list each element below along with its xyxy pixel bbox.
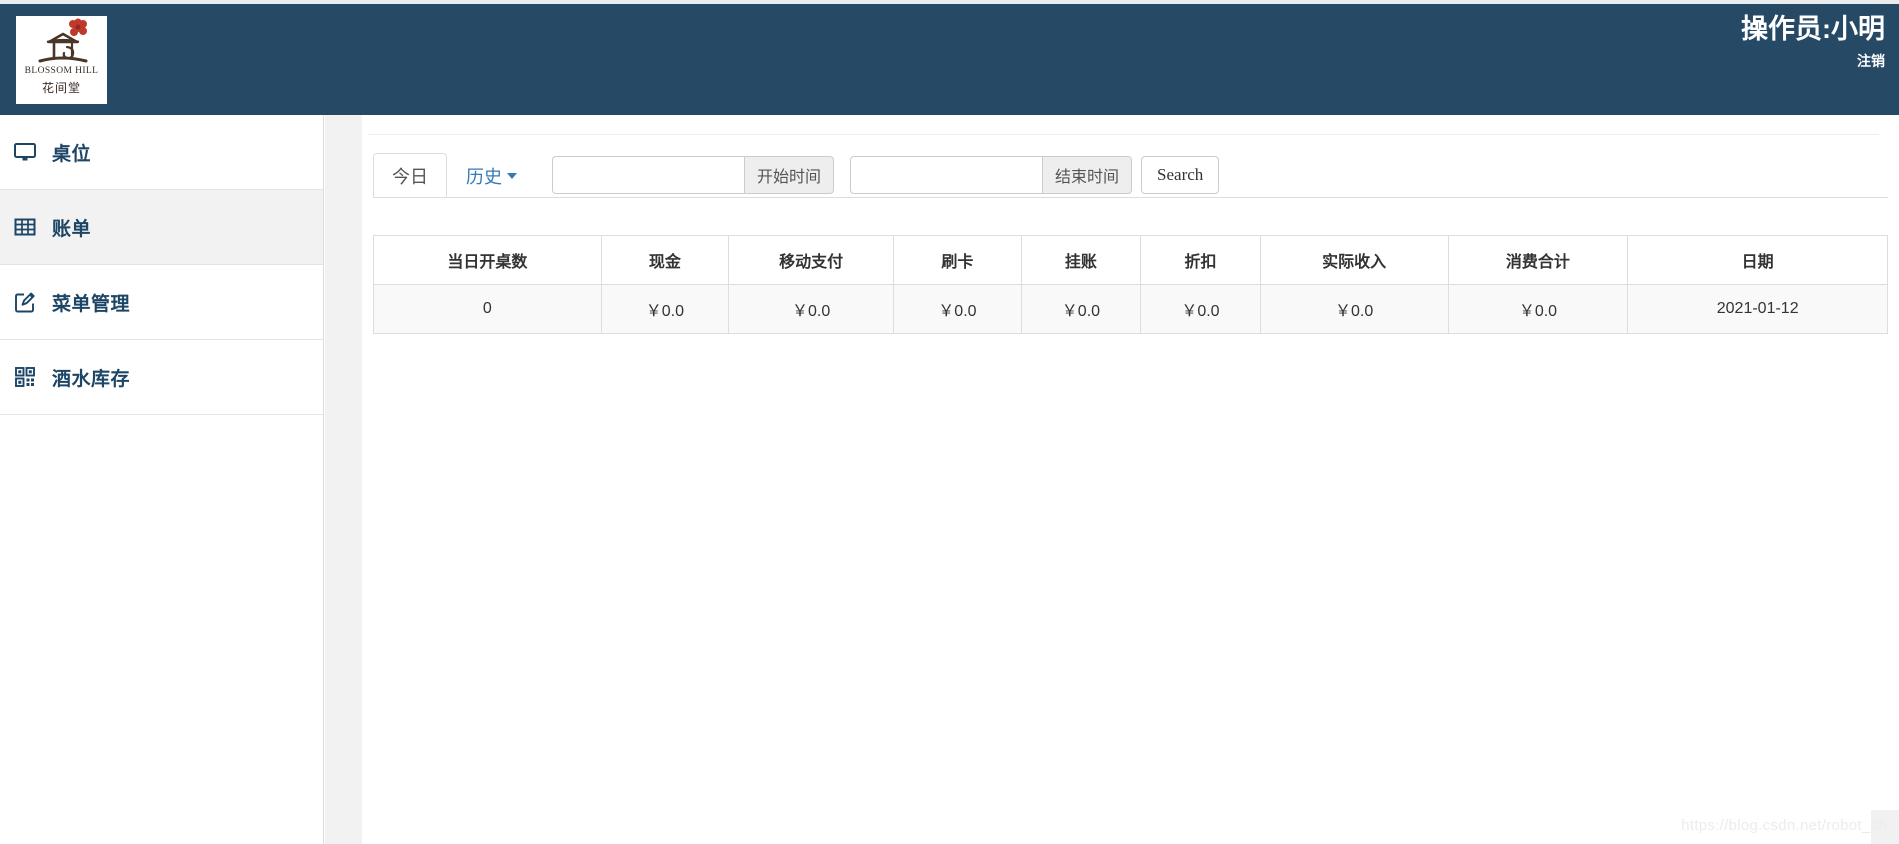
column-header: 移动支付 bbox=[728, 235, 895, 285]
tab-bottom-border bbox=[373, 197, 1888, 198]
cell-card: ￥0.0 bbox=[893, 284, 1022, 334]
main-content: 今日 历史 开始时间 结束时间 Search 当日开桌数 现金 移动支付 刷卡 … bbox=[362, 115, 1899, 844]
start-time-group: 开始时间 bbox=[552, 156, 835, 194]
column-header: 折扣 bbox=[1140, 235, 1261, 285]
sidebar-item-label: 账单 bbox=[52, 218, 92, 240]
sidebar-item-label: 酒水库存 bbox=[52, 368, 131, 390]
column-header: 挂账 bbox=[1020, 235, 1142, 285]
search-button[interactable]: Search bbox=[1141, 156, 1220, 194]
watermark-text: https://blog.csdn.net/robot_sh bbox=[1681, 817, 1887, 834]
sidebar-nav: 桌位 账单 菜单管理 酒水库存 bbox=[0, 115, 324, 844]
column-header: 刷卡 bbox=[893, 235, 1022, 285]
pavilion-flower-logo-icon: BLOSSOM HILL 花间堂 bbox=[16, 16, 107, 104]
end-time-input[interactable] bbox=[850, 156, 1043, 194]
qrcode-icon bbox=[12, 364, 38, 390]
sidebar-item-tables[interactable]: 桌位 bbox=[0, 115, 323, 190]
sidebar-item-label: 菜单管理 bbox=[52, 293, 131, 315]
end-time-addon[interactable]: 结束时间 bbox=[1042, 156, 1133, 194]
cell-open-tables: 0 bbox=[373, 284, 602, 334]
table-header-row: 当日开桌数 现金 移动支付 刷卡 挂账 折扣 实际收入 消费合计 日期 bbox=[373, 235, 1888, 285]
tab-history-label: 历史 bbox=[466, 166, 502, 187]
column-header: 当日开桌数 bbox=[373, 235, 602, 285]
tab-today[interactable]: 今日 bbox=[373, 153, 447, 198]
logo-latin-text: BLOSSOM HILL bbox=[24, 66, 99, 76]
column-header: 日期 bbox=[1627, 235, 1888, 285]
cell-mobile-payment: ￥0.0 bbox=[728, 284, 895, 334]
logout-link[interactable]: 注销 bbox=[1857, 52, 1885, 70]
table-head: 当日开桌数 现金 移动支付 刷卡 挂账 折扣 实际收入 消费合计 日期 bbox=[373, 235, 1888, 285]
content-top-divider bbox=[368, 134, 1879, 135]
filter-toolbar: 今日 历史 开始时间 结束时间 Search bbox=[373, 153, 1220, 198]
column-header: 现金 bbox=[600, 235, 730, 285]
end-time-group: 结束时间 bbox=[850, 156, 1133, 194]
desktop-icon bbox=[12, 139, 38, 165]
column-header: 实际收入 bbox=[1259, 235, 1449, 285]
app-header: BLOSSOM HILL 花间堂 操作员:小明 注销 bbox=[0, 4, 1899, 115]
edit-square-icon bbox=[12, 289, 38, 315]
bills-table: 当日开桌数 现金 移动支付 刷卡 挂账 折扣 实际收入 消费合计 日期 0 ￥0 bbox=[373, 235, 1888, 334]
sidebar-item-bills[interactable]: 账单 bbox=[0, 190, 323, 265]
chevron-down-icon bbox=[507, 172, 517, 179]
layout-gutter bbox=[325, 115, 362, 844]
operator-name: 操作员:小明 bbox=[1741, 14, 1885, 44]
sidebar-item-menu-management[interactable]: 菜单管理 bbox=[0, 265, 323, 340]
tab-history[interactable]: 历史 bbox=[447, 153, 536, 198]
period-tabs: 今日 历史 bbox=[373, 153, 536, 198]
cell-credit: ￥0.0 bbox=[1020, 284, 1142, 334]
bills-table-container: 当日开桌数 现金 移动支付 刷卡 挂账 折扣 实际收入 消费合计 日期 0 ￥0 bbox=[373, 235, 1888, 334]
sidebar-item-label: 桌位 bbox=[52, 143, 92, 165]
column-header: 消费合计 bbox=[1447, 235, 1629, 285]
app-root: BLOSSOM HILL 花间堂 操作员:小明 注销 桌位 账单 菜单管理 酒水… bbox=[0, 0, 1899, 844]
tab-today-label: 今日 bbox=[392, 166, 428, 187]
table-grid-icon bbox=[12, 214, 38, 240]
cell-date: 2021-01-12 bbox=[1627, 284, 1888, 334]
brand-logo[interactable]: BLOSSOM HILL 花间堂 bbox=[16, 16, 107, 104]
logo-chinese-text: 花间堂 bbox=[41, 81, 81, 95]
table-body: 0 ￥0.0 ￥0.0 ￥0.0 ￥0.0 ￥0.0 ￥0.0 ￥0.0 202… bbox=[373, 284, 1888, 334]
cell-actual-income: ￥0.0 bbox=[1259, 284, 1449, 334]
cell-cash: ￥0.0 bbox=[600, 284, 730, 334]
start-time-input[interactable] bbox=[552, 156, 744, 194]
table-row[interactable]: 0 ￥0.0 ￥0.0 ￥0.0 ￥0.0 ￥0.0 ￥0.0 ￥0.0 202… bbox=[373, 284, 1888, 334]
start-time-addon[interactable]: 开始时间 bbox=[744, 156, 835, 194]
cell-total-consumption: ￥0.0 bbox=[1447, 284, 1629, 334]
cell-discount: ￥0.0 bbox=[1140, 284, 1261, 334]
header-user-area: 操作员:小明 注销 bbox=[1741, 12, 1885, 71]
sidebar-item-beverage-inventory[interactable]: 酒水库存 bbox=[0, 340, 323, 415]
